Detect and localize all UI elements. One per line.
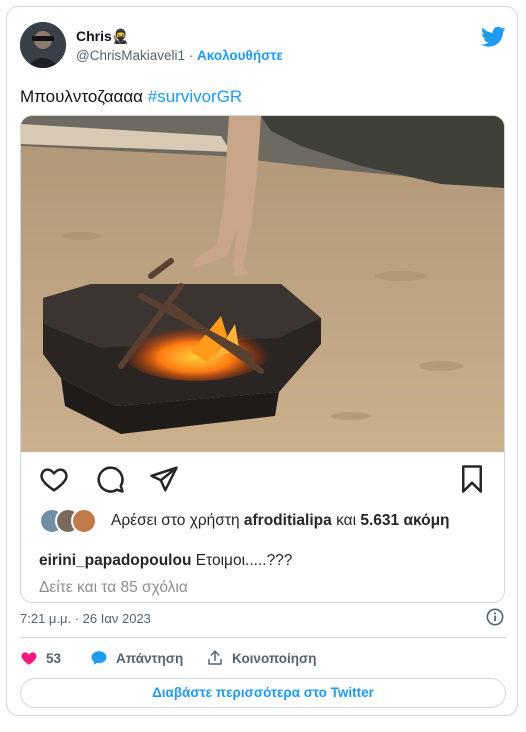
- heart-outline-icon[interactable]: [39, 464, 69, 494]
- twitter-bird-icon[interactable]: [481, 26, 506, 48]
- comment-icon[interactable]: [95, 464, 125, 494]
- speech-bubble-icon: [91, 651, 107, 665]
- avatar[interactable]: [20, 22, 66, 68]
- share-arrow-icon: [208, 650, 222, 665]
- author-handle[interactable]: @ChrisMakiaveli1: [76, 48, 185, 63]
- likes-count[interactable]: 5.631 ακόμη: [360, 512, 449, 529]
- tweet-body: Μπουλντοζαααα: [20, 87, 144, 106]
- read-more-button[interactable]: Διαβάστε περισσότερα στο Twitter: [20, 678, 506, 708]
- comment-user[interactable]: eirini_papadopoulou: [39, 552, 191, 569]
- caption-comment: eirini_papadopoulou Ετοιμοι.....???: [39, 552, 292, 570]
- paper-plane-icon[interactable]: [149, 464, 179, 494]
- liker-avatars: [39, 508, 109, 534]
- view-comments-link[interactable]: Δείτε και τα 85 σχόλια: [39, 579, 188, 597]
- follow-link[interactable]: Ακολουθήστε: [197, 48, 283, 63]
- share-button[interactable]: Κοινοποίηση: [206, 649, 317, 667]
- reply-button[interactable]: Απάντηση: [90, 649, 183, 667]
- tweet-card: Chris🥷 @ChrisMakiaveli1 · Ακολουθήστε Μπ…: [6, 6, 518, 716]
- post-photo[interactable]: [21, 116, 504, 452]
- tweet-timestamp[interactable]: 7:21 μ.μ. · 26 Ιαν 2023: [20, 611, 151, 626]
- tweet-text: Μπουλντοζαααα #survivorGR: [20, 87, 242, 107]
- likes-summary: Αρέσει στο χρήστη afroditialipa και 5.63…: [39, 506, 499, 548]
- meta-separator: ·: [188, 48, 194, 63]
- instagram-actions: [21, 452, 504, 502]
- heart-icon: [21, 652, 37, 665]
- likes-user[interactable]: afroditialipa: [244, 512, 332, 529]
- reply-label: Απάντηση: [116, 650, 184, 666]
- bookmark-icon[interactable]: [457, 464, 487, 494]
- author-name[interactable]: Chris🥷: [76, 28, 129, 45]
- instagram-embed[interactable]: Αρέσει στο χρήστη afroditialipa και 5.63…: [20, 115, 505, 603]
- like-button[interactable]: 53: [20, 649, 61, 667]
- tweet-actions: 53 Απάντηση Κοινοποίηση: [20, 647, 506, 671]
- tweet-header: Chris🥷 @ChrisMakiaveli1 · Ακολουθήστε: [20, 22, 506, 70]
- hashtag-link[interactable]: #survivorGR: [148, 87, 242, 106]
- likes-text: Αρέσει στο χρήστη afroditialipa και 5.63…: [111, 510, 491, 531]
- likes-conj: και: [336, 512, 357, 529]
- comment-text: Ετοιμοι.....???: [195, 552, 293, 569]
- likes-prefix: Αρέσει στο χρήστη: [111, 512, 240, 529]
- liker-avatar: [71, 508, 97, 534]
- like-count: 53: [46, 650, 62, 666]
- author-meta: @ChrisMakiaveli1 · Ακολουθήστε: [76, 48, 283, 63]
- share-label: Κοινοποίηση: [232, 650, 317, 666]
- info-icon[interactable]: [486, 608, 504, 626]
- divider: [20, 637, 506, 638]
